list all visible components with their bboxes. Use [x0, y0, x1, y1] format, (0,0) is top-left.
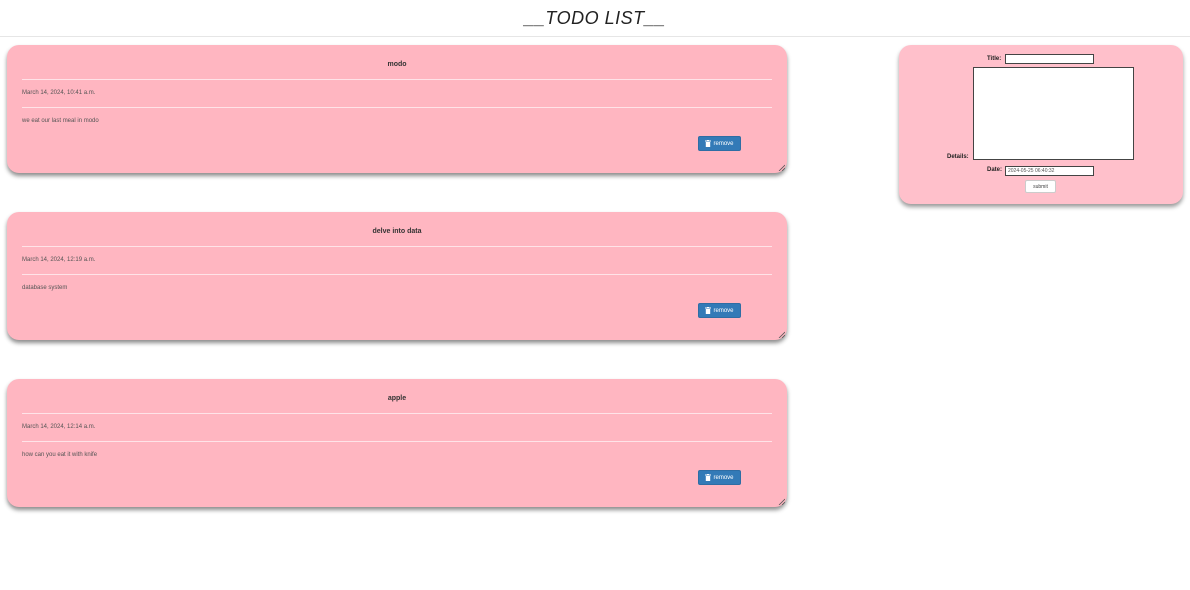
resize-grip-icon[interactable]: [778, 331, 785, 338]
divider: [22, 79, 772, 80]
page-title: __TODO LIST__: [524, 8, 666, 28]
divider: [22, 107, 772, 108]
remove-label: remove: [713, 307, 734, 314]
date-label: Date:: [987, 167, 1003, 173]
todo-date: March 14, 2024, 12:19 a.m.: [22, 257, 96, 263]
todo-date: March 14, 2024, 10:41 a.m.: [22, 90, 96, 96]
divider: [22, 413, 772, 414]
todo-card: modo March 14, 2024, 10:41 a.m. we eat o…: [7, 45, 787, 173]
add-todo-form: Title: Details: Date: submit: [899, 45, 1183, 204]
details-textarea[interactable]: [973, 67, 1134, 160]
trash-icon: [705, 474, 712, 481]
todo-date: March 14, 2024, 12:14 a.m.: [22, 424, 96, 430]
todo-card: apple March 14, 2024, 12:14 a.m. how can…: [7, 379, 787, 507]
remove-label: remove: [713, 474, 734, 481]
todo-details: we eat our last meal in modo: [22, 118, 99, 124]
remove-label: remove: [713, 140, 734, 147]
remove-button[interactable]: remove: [698, 470, 741, 485]
remove-button[interactable]: remove: [698, 136, 741, 151]
todo-details: how can you eat it with knife: [22, 452, 98, 458]
todo-card: delve into data March 14, 2024, 12:19 a.…: [7, 212, 787, 340]
trash-icon: [705, 307, 712, 314]
resize-grip-icon[interactable]: [778, 498, 785, 505]
todo-title: modo: [387, 61, 407, 68]
title-label: Title:: [987, 56, 1002, 62]
remove-button[interactable]: remove: [698, 303, 741, 318]
divider: [22, 246, 772, 247]
date-input[interactable]: [1005, 166, 1094, 176]
todo-details: database system: [22, 285, 68, 291]
todo-title: delve into data: [372, 228, 422, 235]
divider: [22, 274, 772, 275]
divider: [22, 441, 772, 442]
details-label: Details:: [947, 154, 969, 160]
submit-button[interactable]: submit: [1025, 180, 1056, 193]
title-input[interactable]: [1005, 54, 1094, 64]
resize-grip-icon[interactable]: [778, 164, 785, 171]
todo-title: apple: [387, 395, 407, 402]
page-header: __TODO LIST__: [0, 0, 1190, 37]
trash-icon: [705, 140, 712, 147]
